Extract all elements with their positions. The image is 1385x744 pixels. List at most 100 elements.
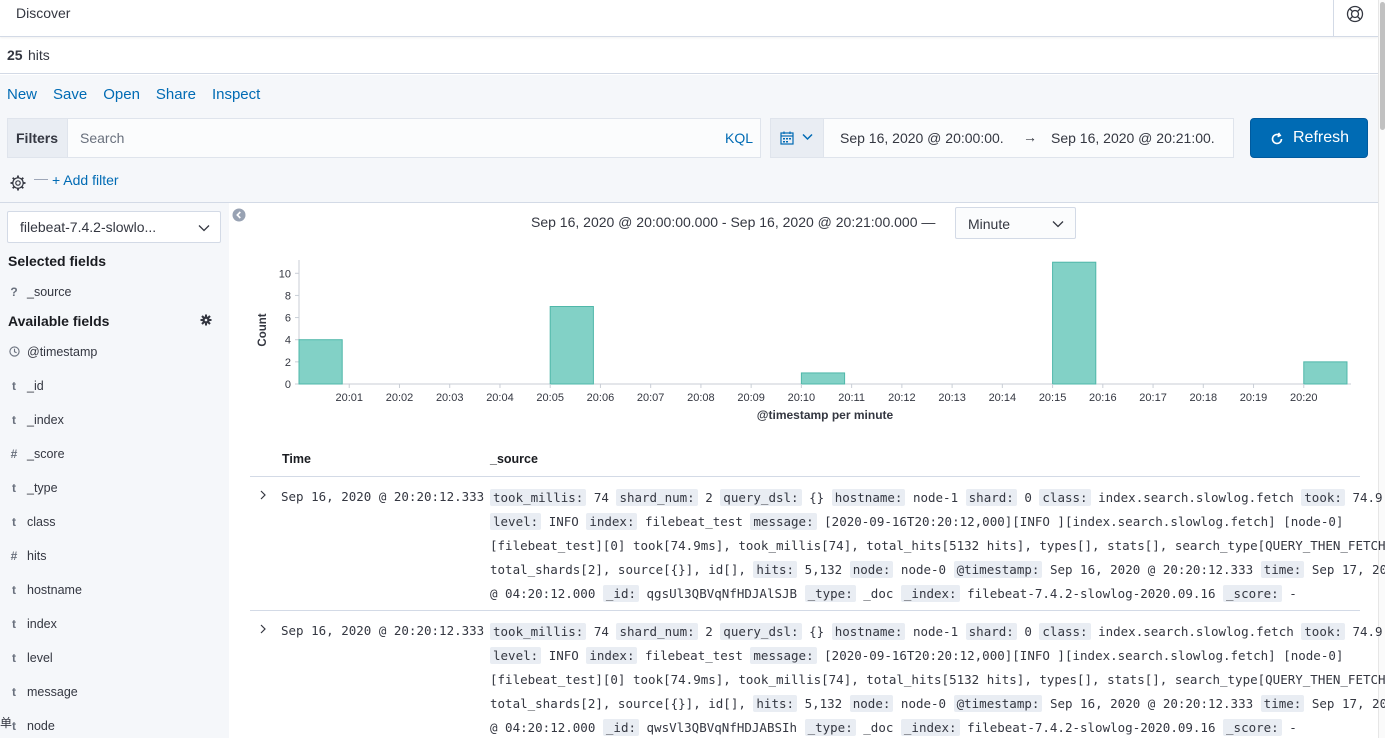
source-field-key: node: (849, 561, 894, 578)
field-item-timestamp[interactable]: @timestamp (8, 343, 222, 363)
source-field-key: index: (586, 647, 638, 664)
hits-label: hits (28, 47, 50, 63)
field-settings-gear-icon[interactable] (200, 314, 212, 326)
table-row: Sep 16, 2020 @ 20:20:12.333 took_millis: … (250, 486, 1385, 610)
add-filter-button[interactable]: + Add filter (52, 172, 119, 188)
field-type-number-icon: # (10, 549, 18, 563)
source-field-key: hostname: (831, 623, 906, 640)
source-field-key: hits: (753, 561, 798, 578)
source-field-key: _index: (900, 719, 960, 736)
source-field-value: [filebeat_test][0] took[74.9ms], took_mi… (490, 538, 1385, 553)
source-field-key: time: (1260, 695, 1305, 712)
expand-row-icon[interactable] (258, 489, 268, 501)
x-tick-label: 20:07 (637, 392, 665, 404)
source-field-value: 2 (705, 624, 713, 639)
source-field-key: message: (750, 513, 817, 530)
source-field-key: shard: (965, 489, 1017, 506)
source-line: [filebeat_test][0] took[74.9ms], took_mi… (490, 668, 1385, 692)
column-header-source[interactable]: _source (490, 452, 538, 466)
field-name: _score (27, 447, 65, 461)
expand-row-icon[interactable] (258, 623, 268, 635)
source-field-value: qwsVl3QBVqNfHDJABSIh (646, 720, 798, 735)
source-field-value: [filebeat_test][0] took[74.9ms], took_mi… (490, 672, 1385, 687)
field-name: _id (27, 379, 44, 393)
source-field-value: qgsUl3QBVqNfHDJAlSJB (646, 586, 798, 601)
source-field-value: _doc (863, 586, 894, 601)
field-item-score[interactable]: # _score (8, 445, 222, 465)
quick-select-button[interactable] (771, 119, 824, 157)
field-item-type[interactable]: t _type (8, 479, 222, 499)
histogram-bar (549, 306, 594, 385)
field-item-source[interactable]: ? _source (8, 283, 222, 303)
source-field-value: @ 04:20:12.000 (490, 586, 596, 601)
save-link[interactable]: Save (53, 86, 87, 103)
source-line: took_millis: 74 shard_num: 2 query_dsl: … (490, 620, 1383, 644)
source-field-value: Sep 17, 2020 (1311, 696, 1385, 711)
scrollbar-thumb[interactable] (1380, 2, 1385, 130)
field-type-string-icon: t (12, 685, 16, 699)
index-pattern-select[interactable]: filebeat-7.4.2-slowlo... (7, 211, 221, 243)
refresh-label: Refresh (1293, 129, 1350, 146)
source-field-key: level: (490, 513, 542, 530)
search-input[interactable] (69, 119, 709, 157)
source-field-key: index: (586, 513, 638, 530)
field-item-class[interactable]: t class (8, 513, 222, 533)
source-field-value: INFO (548, 514, 579, 529)
calendar-icon (780, 131, 794, 145)
field-item-index[interactable]: t index (8, 615, 222, 635)
field-item-id[interactable]: t _id (8, 377, 222, 397)
source-field-key: class: (1039, 623, 1091, 640)
row-timestamp: Sep 16, 2020 @ 20:20:12.333 (281, 623, 485, 638)
source-field-value: total_shards[2], source[{}], id[], (490, 562, 746, 577)
filter-settings-icon[interactable] (9, 174, 27, 192)
collapse-sidebar-icon[interactable] (232, 208, 246, 222)
source-line: level: INFO index: filebeat_test message… (490, 644, 1356, 668)
source-field-value: filebeat_test (645, 514, 743, 529)
chevron-down-icon (802, 133, 813, 141)
source-field-value: node-0 (900, 562, 947, 577)
refresh-button[interactable]: Refresh (1250, 118, 1368, 158)
field-item-node[interactable]: t node (8, 717, 222, 737)
source-field-value: {} (809, 490, 825, 505)
end-date[interactable]: Sep 16, 2020 @ 20:21:00. (1051, 130, 1215, 146)
interval-value: Minute (968, 216, 1011, 232)
field-name: hostname (27, 583, 82, 597)
source-field-value: node-1 (912, 490, 959, 505)
selected-fields-title: Selected fields (8, 253, 107, 269)
field-name: index (27, 617, 57, 631)
share-link[interactable]: Share (156, 86, 196, 103)
source-field-key: query_dsl: (720, 623, 802, 640)
new-link[interactable]: New (7, 86, 37, 103)
field-item-hits[interactable]: # hits (8, 547, 222, 567)
field-item-message[interactable]: t message (8, 683, 222, 703)
field-name: hits (27, 549, 47, 563)
kql-language-toggle[interactable]: KQL (725, 130, 753, 146)
field-item-hostname[interactable]: t hostname (8, 581, 222, 601)
field-item-level[interactable]: t level (8, 649, 222, 669)
help-menu-button[interactable] (1333, 0, 1378, 37)
top-nav-menu: New Save Open Share Inspect (7, 86, 260, 103)
inspect-link[interactable]: Inspect (212, 86, 260, 103)
source-field-key: hits: (753, 695, 798, 712)
column-header-time[interactable]: Time (282, 452, 311, 466)
source-field-key: took_millis: (490, 623, 587, 640)
source-field-key: @timestamp: (953, 561, 1043, 578)
source-field-key: _score: (1223, 719, 1282, 736)
open-link[interactable]: Open (103, 86, 140, 103)
interval-select[interactable]: Minute (955, 207, 1076, 239)
field-item-index[interactable]: t _index (8, 411, 222, 431)
source-field-value: - (1289, 586, 1297, 601)
source-field-key: _type: (804, 719, 856, 736)
chevron-down-icon (198, 225, 210, 232)
histogram-chart: 0 2 4 6 8 10 20:01 20:02 20:03 20:04 20:05 20:06 20:… (257, 260, 1351, 422)
hits-bar: 25 hits (0, 37, 1378, 74)
histogram-range: Sep 16, 2020 @ 20:00:00.000 - Sep 16, 20… (531, 214, 936, 230)
source-field-value: [2020-09-16T20:20:12,000][INFO ][index.s… (824, 648, 1344, 663)
x-tick-label: 20:02 (386, 392, 414, 404)
field-type-string-icon: t (12, 617, 16, 631)
source-field-value: 5,132 (804, 696, 843, 711)
field-name: _source (27, 285, 72, 299)
source-field-value: [2020-09-16T20:20:12,000][INFO ][index.s… (824, 514, 1344, 529)
source-field-value: Sep 16, 2020 @ 20:20:12.333 (1049, 696, 1254, 711)
start-date[interactable]: Sep 16, 2020 @ 20:00:00. (840, 130, 1004, 146)
